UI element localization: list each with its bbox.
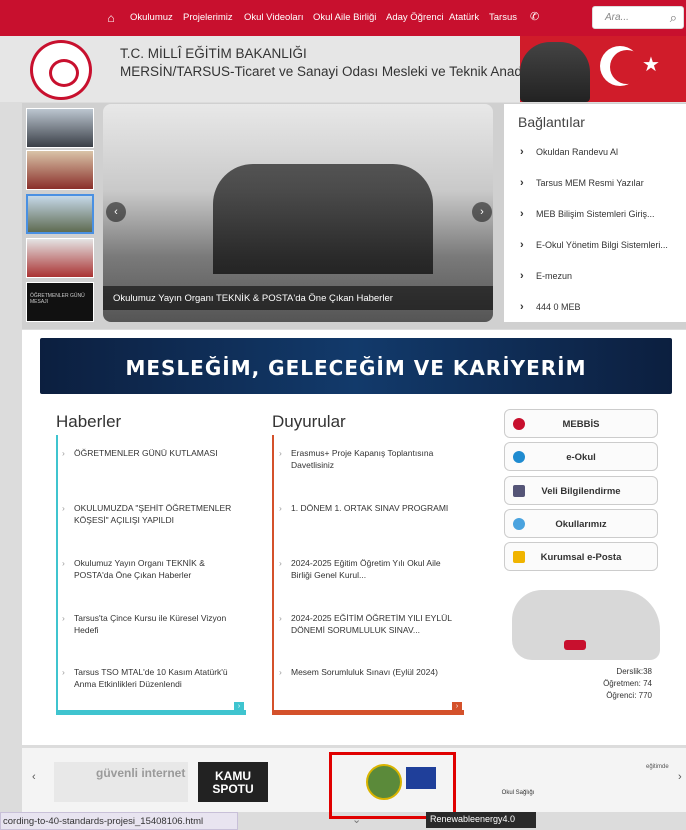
stat-ogretmen: Öğretmen: 74: [603, 679, 652, 688]
search-icon[interactable]: ⌕: [670, 10, 677, 26]
haberler-more-icon[interactable]: ›: [234, 702, 244, 712]
link-444-meb[interactable]: › 444 0 MEB: [520, 301, 581, 313]
ataturk-portrait: [520, 42, 590, 102]
link-meb-bilisim[interactable]: › MEB Bilişim Sistemleri Giriş...: [520, 208, 655, 220]
chevron-right-icon: ›: [520, 208, 524, 220]
e-okul-button[interactable]: e-Okul: [504, 442, 658, 471]
thumb-5-text: ÖĞRETMENLER GÜNÜ MESAJI: [30, 293, 85, 305]
okul-sagligi-text: Okul Sağlığı: [501, 790, 535, 796]
chevron-right-icon: ›: [520, 270, 524, 282]
link-e-mezun[interactable]: › E-mezun: [520, 270, 572, 282]
duyurular-more-icon[interactable]: ›: [452, 702, 462, 712]
haber-item[interactable]: Tarsus TSO MTAL'de 10 Kasım Atatürk'ü An…: [62, 667, 244, 690]
nav-okulumuz[interactable]: Okulumuz: [130, 12, 173, 23]
nav-ataturk[interactable]: Atatürk: [449, 12, 479, 23]
chevron-down-icon: ⌄: [352, 814, 362, 826]
school-title: MERSİN/TARSUS-Ticaret ve Sanayi Odası Me…: [120, 64, 579, 79]
mebbis-label: MEBBİS: [562, 419, 600, 430]
egitimde-f-logo[interactable]: eğitimde: [632, 762, 676, 802]
link-label: MEB Bilişim Sistemleri Giriş...: [536, 209, 655, 219]
haber-item[interactable]: OKULUMUZDA "ŞEHİT ÖĞRETMENLER KÖŞESİ" AÇ…: [62, 503, 244, 526]
guvenli-internet-logo[interactable]: güvenli internet: [54, 762, 188, 802]
stat-ogrenci: Öğrenci: 770: [606, 691, 652, 700]
e-okul-label: e-Okul: [566, 452, 596, 463]
chevron-right-icon: ›: [520, 177, 524, 189]
kamu-spotu-logo[interactable]: KAMU SPOTU: [198, 762, 268, 802]
links-title: Bağlantılar: [518, 114, 585, 130]
highlight-box: [329, 752, 456, 819]
banner-text: MESLEĞİM, GELECEĞİM VE KARİYERİM: [125, 356, 587, 380]
home-icon[interactable]: ⌂: [104, 11, 118, 25]
nav-okul-aile-birligi[interactable]: Okul Aile Birliği: [313, 12, 376, 23]
crescent-inner: [610, 50, 644, 84]
haber-item[interactable]: ÖĞRETMENLER GÜNÜ KUTLAMASI: [62, 448, 244, 460]
duyuru-item[interactable]: 1. DÖNEM 1. ORTAK SINAV PROGRAMI: [279, 503, 463, 515]
slider-thumb-2[interactable]: [26, 150, 94, 190]
nav-tarsus[interactable]: Tarsus: [489, 12, 517, 23]
stat-derslik: Derslik:38: [616, 667, 652, 676]
ministry-title: T.C. MİLLÎ EĞİTİM BAKANLIĞI: [120, 46, 307, 61]
slider-next-icon[interactable]: ›: [472, 202, 492, 222]
link-label: Okuldan Randevu Al: [536, 147, 619, 157]
search-placeholder: Ara...: [605, 12, 629, 23]
slide-caption[interactable]: Okulumuz Yayın Organı TEKNİK & POSTA'da …: [103, 286, 493, 310]
duyuru-item[interactable]: Erasmus+ Proje Kapanış Toplantısına Dave…: [279, 448, 463, 471]
duyuru-item[interactable]: 2024-2025 Eğitim Öğretim Yılı Okul Aile …: [279, 558, 463, 581]
phone-icon[interactable]: ✆: [530, 10, 539, 23]
mebbis-button[interactable]: MEBBİS: [504, 409, 658, 438]
slider-prev-icon[interactable]: ‹: [106, 202, 126, 222]
haberler-footer-bar: [56, 710, 246, 715]
duyuru-item[interactable]: Mesem Sorumluluk Sınavı (Eylül 2024): [279, 667, 463, 679]
haber-item[interactable]: Okulumuz Yayın Organı TEKNİK & POSTA'da …: [62, 558, 244, 581]
link-e-okul-yonetim[interactable]: › E-Okul Yönetim Bilgi Sistemleri...: [520, 239, 668, 251]
kurumsal-eposta-button[interactable]: Kurumsal e-Posta: [504, 542, 658, 571]
okullarimiz-label: Okullarımız: [555, 519, 607, 530]
kamu-spotu-text: KAMU SPOTU: [212, 769, 254, 796]
link-mem-yazilar[interactable]: › Tarsus MEM Resmi Yazılar: [520, 177, 644, 189]
slider-thumb-5[interactable]: ÖĞRETMENLER GÜNÜ MESAJI: [26, 282, 94, 322]
chevron-right-icon: ›: [520, 239, 524, 251]
kurumsal-eposta-label: Kurumsal e-Posta: [540, 552, 622, 563]
guvenli-internet-text: güvenli internet: [96, 766, 186, 780]
tooltip: Renewableenergy4.0: [426, 812, 536, 828]
mersin-highlight[interactable]: [564, 640, 586, 650]
chevron-right-icon: ›: [520, 146, 524, 158]
nav-projelerimiz[interactable]: Projelerimiz: [183, 12, 233, 23]
duyurular-footer-bar: [272, 710, 464, 715]
carousel-prev-icon[interactable]: ‹: [32, 771, 36, 783]
link-label: Tarsus MEM Resmi Yazılar: [536, 178, 644, 188]
link-label: 444 0 MEB: [536, 302, 581, 312]
link-label: E-Okul Yönetim Bilgi Sistemleri...: [536, 240, 668, 250]
egitimde-text: eğitimde: [646, 764, 669, 770]
nav-okul-videolari[interactable]: Okul Videoları: [244, 12, 304, 23]
main-slide-image[interactable]: Okulumuz Yayın Organı TEKNİK & POSTA'da …: [103, 104, 493, 322]
link-randevu[interactable]: › Okuldan Randevu Al: [520, 146, 618, 158]
haber-item[interactable]: Tarsus'ta Çince Kursu ile Küresel Vizyon…: [62, 613, 244, 636]
status-bar-url: cording-to-40-standards-projesi_15408106…: [0, 812, 238, 830]
slide-photo: [213, 164, 433, 274]
turkey-map: [512, 590, 660, 660]
duyurular-title[interactable]: Duyurular: [272, 412, 346, 432]
search-input[interactable]: Ara... ⌕: [592, 6, 684, 29]
meb-logo-icon[interactable]: [30, 40, 92, 100]
slider-thumb-1[interactable]: [26, 108, 94, 148]
veli-bilgilendirme-label: Veli Bilgilendirme: [541, 486, 621, 497]
duyurular-divider: [272, 435, 274, 710]
carousel-next-icon[interactable]: ›: [678, 771, 682, 783]
okullarimiz-button[interactable]: Okullarımız: [504, 509, 658, 538]
slider-thumb-4[interactable]: [26, 238, 94, 278]
duyuru-item[interactable]: 2024-2025 EĞİTİM ÖĞRETİM YILI EYLÜL DÖNE…: [279, 613, 463, 636]
chevron-right-icon: ›: [520, 301, 524, 313]
links-panel: Bağlantılar › Okuldan Randevu Al › Tarsus …: [504, 104, 686, 322]
star-icon: ★: [642, 54, 660, 76]
haberler-title[interactable]: Haberler: [56, 412, 121, 432]
slider-thumb-3[interactable]: [26, 194, 94, 234]
okul-sagligi-logo[interactable]: Okul Sağlığı: [490, 762, 546, 802]
haberler-divider: [56, 435, 58, 710]
nav-aday-ogrenci[interactable]: Aday Öğrenci: [386, 12, 444, 23]
career-banner[interactable]: MESLEĞİM, GELECEĞİM VE KARİYERİM: [40, 338, 672, 394]
veli-bilgilendirme-button[interactable]: Veli Bilgilendirme: [504, 476, 658, 505]
link-label: E-mezun: [536, 271, 573, 281]
